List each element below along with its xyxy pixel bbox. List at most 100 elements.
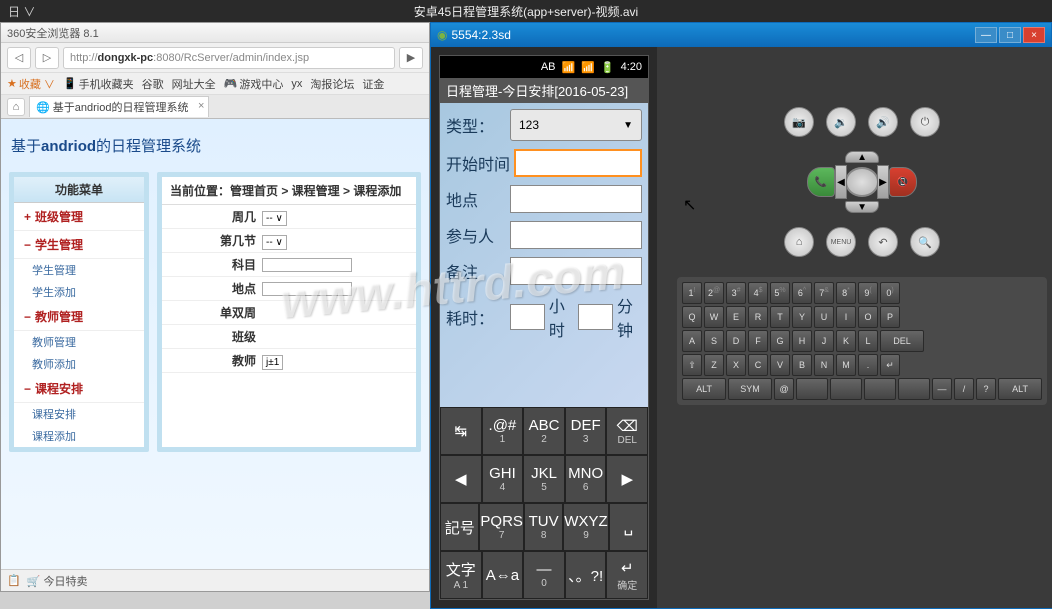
hw-key[interactable]: 6^ — [792, 282, 812, 304]
hw-key[interactable]: Q — [682, 306, 702, 328]
soft-key[interactable]: TUV8 — [524, 503, 563, 551]
hw-key[interactable] — [830, 378, 862, 400]
select-type[interactable]: 123 — [510, 109, 642, 141]
power-button[interactable]: ⏻ — [910, 107, 940, 137]
hw-key[interactable]: R — [748, 306, 768, 328]
input-minutes[interactable] — [578, 304, 613, 330]
favorites-menu[interactable]: ★ 收藏 ∨ — [7, 76, 55, 92]
close-button[interactable]: × — [1023, 27, 1045, 43]
maximize-button[interactable]: □ — [999, 27, 1021, 43]
hw-key[interactable]: — — [932, 378, 952, 400]
hw-key[interactable]: ⇧ — [682, 354, 702, 376]
hw-key[interactable] — [864, 378, 896, 400]
hw-key[interactable]: S — [704, 330, 724, 352]
hw-key[interactable]: ? — [976, 378, 996, 400]
back-button-hw[interactable]: ↶ — [868, 227, 898, 257]
bookmark-yx[interactable]: yx — [291, 78, 302, 90]
hw-key[interactable]: J — [814, 330, 834, 352]
sidebar-item-student[interactable]: 学生管理 — [14, 231, 144, 259]
go-button[interactable]: ▶ — [399, 47, 423, 69]
soft-key[interactable]: ▶ — [606, 455, 648, 503]
input-start-time[interactable] — [514, 149, 642, 177]
soft-key[interactable]: —0 — [523, 551, 565, 599]
sidebar-sub-student-list[interactable]: 学生管理 — [14, 259, 144, 281]
hw-key[interactable]: P — [880, 306, 900, 328]
input-hours[interactable] — [510, 304, 545, 330]
soft-key[interactable]: JKL5 — [523, 455, 565, 503]
menu-button[interactable]: MENU — [826, 227, 856, 257]
select-teacher[interactable]: j±1 — [262, 355, 283, 370]
hw-key[interactable]: 9( — [858, 282, 878, 304]
hw-key[interactable]: DEL — [880, 330, 924, 352]
hw-key[interactable]: N — [814, 354, 834, 376]
hw-key[interactable]: 7& — [814, 282, 834, 304]
sidebar-sub-teacher-list[interactable]: 教师管理 — [14, 331, 144, 353]
minimize-button[interactable]: — — [975, 27, 997, 43]
hw-key[interactable] — [796, 378, 828, 400]
soft-key[interactable]: A⇔a — [482, 551, 524, 599]
hw-key[interactable]: 3# — [726, 282, 746, 304]
sidebar-item-course[interactable]: 课程安排 — [14, 375, 144, 403]
hw-key[interactable]: 8* — [836, 282, 856, 304]
soft-key[interactable]: PQRS7 — [479, 503, 524, 551]
hw-key[interactable]: B — [792, 354, 812, 376]
input-subject[interactable] — [262, 258, 352, 272]
bookmark-mobile[interactable]: 📱 手机收藏夹 — [63, 76, 134, 92]
bookmark-google[interactable]: 谷歌 — [142, 76, 164, 92]
soft-key[interactable]: DEF3 — [565, 407, 607, 455]
hw-key[interactable]: A — [682, 330, 702, 352]
hw-key[interactable]: W — [704, 306, 724, 328]
hw-key[interactable]: / — [954, 378, 974, 400]
hw-key[interactable]: ↵ — [880, 354, 900, 376]
hw-key[interactable]: 0) — [880, 282, 900, 304]
soft-key[interactable]: ␣ — [609, 503, 648, 551]
url-bar[interactable]: http://dongxk-pc:8080/RcServer/admin/ind… — [63, 47, 395, 69]
hw-key[interactable]: O — [858, 306, 878, 328]
hw-key[interactable]: G — [770, 330, 790, 352]
sidebar-sub-student-add[interactable]: 学生添加 — [14, 281, 144, 303]
bookmark-games[interactable]: 🎮 游戏中心 — [224, 76, 284, 92]
hw-key[interactable]: F — [748, 330, 768, 352]
call-button[interactable]: 📞 — [807, 167, 835, 197]
hw-key[interactable]: ALT — [682, 378, 726, 400]
forward-button[interactable]: ▷ — [35, 47, 59, 69]
soft-key[interactable]: .@#1 — [482, 407, 524, 455]
hw-key[interactable]: 5% — [770, 282, 790, 304]
soft-key[interactable]: ABC2 — [523, 407, 565, 455]
hw-key[interactable]: ALT — [998, 378, 1042, 400]
hw-key[interactable]: T — [770, 306, 790, 328]
dpad-up[interactable]: ▲ — [845, 151, 879, 163]
input-location[interactable] — [262, 282, 352, 296]
hw-key[interactable]: . — [858, 354, 878, 376]
select-weekday[interactable]: -- ∨ — [262, 211, 287, 226]
soft-key[interactable]: ⌫DEL — [606, 407, 648, 455]
status-today-sale[interactable]: 🛒 今日特卖 — [27, 573, 88, 589]
camera-button[interactable]: 📷 — [784, 107, 814, 137]
hw-key[interactable]: SYM — [728, 378, 772, 400]
dpad-right[interactable]: ▶ — [877, 165, 889, 199]
home-button[interactable]: ⌂ — [784, 227, 814, 257]
soft-key[interactable]: ↹ — [440, 407, 482, 455]
hw-key[interactable]: U — [814, 306, 834, 328]
hw-key[interactable]: Z — [704, 354, 724, 376]
hw-key[interactable]: E — [726, 306, 746, 328]
hw-key[interactable]: Y — [792, 306, 812, 328]
bookmark-zj[interactable]: 证金 — [362, 76, 384, 92]
hw-key[interactable] — [898, 378, 930, 400]
sidebar-sub-teacher-add[interactable]: 教师添加 — [14, 353, 144, 375]
hw-key[interactable]: K — [836, 330, 856, 352]
hw-key[interactable]: 1! — [682, 282, 702, 304]
end-call-button[interactable]: 📵 — [889, 167, 917, 197]
soft-key[interactable]: 文字A 1 — [440, 551, 482, 599]
hw-key[interactable]: C — [748, 354, 768, 376]
hw-key[interactable]: @ — [774, 378, 794, 400]
volume-down-button[interactable]: 🔉 — [826, 107, 856, 137]
search-button[interactable]: 🔍 — [910, 227, 940, 257]
soft-key[interactable]: 、。?! — [565, 551, 607, 599]
dpad-center[interactable] — [845, 167, 879, 197]
soft-key[interactable]: 記号 — [440, 503, 479, 551]
hw-key[interactable]: M — [836, 354, 856, 376]
hw-key[interactable]: I — [836, 306, 856, 328]
soft-key[interactable]: GHI4 — [482, 455, 524, 503]
hw-key[interactable]: V — [770, 354, 790, 376]
